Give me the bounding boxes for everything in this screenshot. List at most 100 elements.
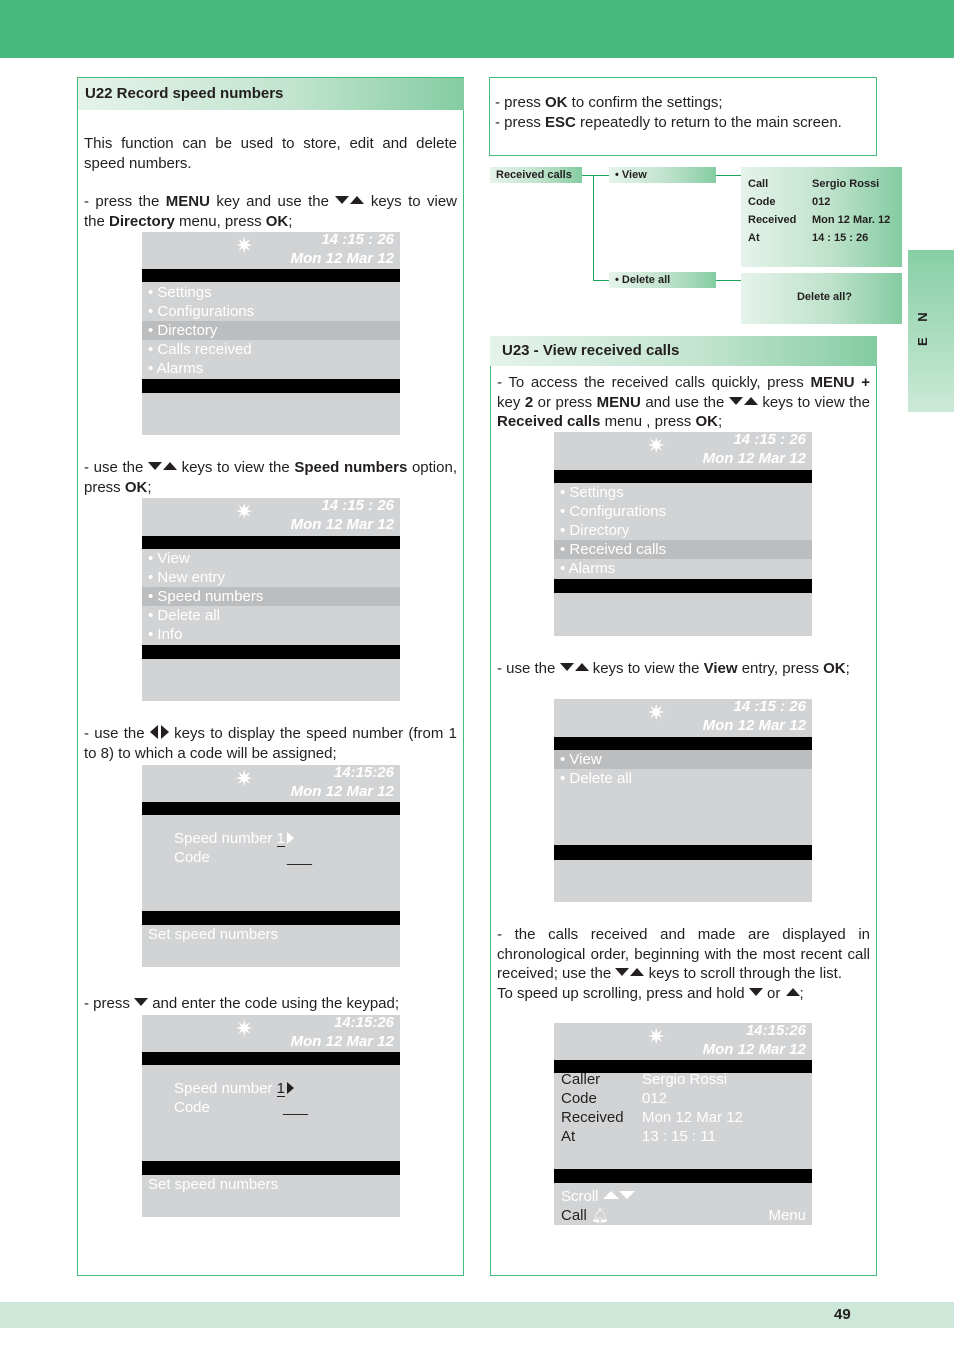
code-label: Code (561, 1090, 597, 1107)
lcd-time: 14 :15 : 26 (733, 698, 806, 715)
sun-icon: ✷ (647, 700, 666, 725)
menu-item-settings[interactable]: • Settings (142, 283, 400, 302)
right-arrow-icon (286, 832, 294, 844)
lcd-divider (142, 1161, 400, 1175)
tree-node-view: • View (609, 167, 716, 183)
lcd-header: ✷ 14:15:26 Mon 12 Mar 12 (554, 1022, 812, 1059)
detail-value: 14 : 15 : 26 (812, 232, 869, 244)
up-arrow-icon (602, 1191, 619, 1199)
down-arrow-key-icon (559, 663, 574, 671)
section-title-u23: U23 - View received calls (490, 336, 877, 366)
lcd-divider (142, 536, 400, 549)
menu-item-info[interactable]: • Info (142, 625, 400, 644)
step-text-4: - press and enter the code using the key… (84, 995, 400, 1012)
speed-number-value: 1 (276, 830, 285, 847)
menu-item-alarms[interactable]: • Alarms (554, 559, 812, 578)
detail-value: Sergio Rossi (812, 178, 880, 190)
tree-node-delete-all: • Delete all (609, 272, 716, 288)
step-text-1: - press the MENU key and use the keys to… (84, 193, 457, 230)
lcd-divider (554, 1169, 812, 1183)
section-title-u22: U22 Record speed numbers (78, 78, 464, 110)
menu-item-delete-all[interactable]: • Delete all (142, 606, 400, 625)
lcd-footer-label: Set speed numbers (148, 926, 279, 943)
tree-box-view-detail: Call Code Received At Sergio Rossi 012 M… (741, 167, 902, 267)
lcd-screen-directory-menu: ✷ 14 :15 : 26 Mon 12 Mar 12 • Settings •… (142, 231, 400, 435)
menu-item-directory-selected[interactable]: • Directory (142, 321, 400, 340)
received-label: Received (561, 1109, 624, 1126)
down-arrow-key-icon (615, 968, 630, 976)
menu-item-alarms[interactable]: • Alarms (142, 359, 400, 378)
code-input[interactable]: ___ (287, 848, 312, 867)
menu-item-delete-all[interactable]: • Delete all (554, 769, 812, 788)
lcd-divider (142, 1052, 400, 1065)
detail-label: Received (748, 214, 797, 226)
lcd-divider (554, 845, 812, 860)
menu-item-directory[interactable]: • Directory (554, 521, 812, 540)
menu-item-received-calls-selected[interactable]: • Received calls (554, 540, 812, 559)
right-arrow-key-icon (160, 725, 169, 739)
lcd-screen-enter-code: ✷ 14:15:26 Mon 12 Mar 12 Speed number 1 … (142, 1014, 400, 1217)
lcd-time: 14 :15 : 26 (321, 497, 394, 514)
page-number: 49 (834, 1306, 851, 1323)
menu-item-speed-numbers-selected[interactable]: • Speed numbers (142, 587, 400, 606)
detail-value: Mon 12 Mar. 12 (812, 214, 891, 226)
menu-item-configurations[interactable]: • Configurations (142, 302, 400, 321)
down-arrow-key-icon (728, 396, 743, 405)
lcd-screen-call-detail: ✷ 14:15:26 Mon 12 Mar 12 Caller Sergio R… (554, 1022, 812, 1225)
sun-icon: ✷ (647, 433, 666, 458)
lcd-date: Mon 12 Mar 12 (290, 1033, 394, 1050)
tree-connector (716, 280, 741, 281)
menu-item-new-entry[interactable]: • New entry (142, 568, 400, 587)
lcd-header: ✷ 14 :15 : 26 Mon 12 Mar 12 (554, 698, 812, 735)
detail-label: Code (748, 196, 776, 208)
up-arrow-key-icon (350, 196, 365, 204)
lcd-header: ✷ 14:15:26 Mon 12 Mar 12 (142, 1014, 400, 1051)
lcd-divider (142, 269, 400, 282)
caller-label: Caller (561, 1071, 601, 1088)
menu-item-configurations[interactable]: • Configurations (554, 502, 812, 521)
speed-number-value: 1 (276, 1080, 285, 1097)
menu-item-calls-received[interactable]: • Calls received (142, 340, 400, 359)
speed-number-field[interactable]: Speed number 1 (174, 1079, 294, 1098)
lcd-screen-set-speed-number: ✷ 14:15:26 Mon 12 Mar 12 Speed number 1 … (142, 764, 400, 967)
lcd-divider (142, 645, 400, 659)
lcd-date: Mon 12 Mar 12 (290, 783, 394, 800)
speed-number-field[interactable]: Speed number 1 (174, 829, 294, 848)
down-arrow-key-icon (335, 196, 350, 204)
up-arrow-key-icon (785, 987, 800, 996)
code-input[interactable]: ___ (283, 1098, 308, 1117)
lcd-divider (554, 470, 812, 483)
step-text-u23-1: - To access the received calls quickly, … (497, 374, 871, 430)
lcd-date: Mon 12 Mar 12 (290, 516, 394, 533)
code-label: Code (174, 1099, 210, 1116)
menu-softkey[interactable]: Menu (768, 1206, 806, 1225)
sun-icon: ✷ (235, 1016, 254, 1041)
lcd-divider (142, 379, 400, 393)
menu-item-view[interactable]: • View (142, 549, 400, 568)
tree-node-received-calls: Received calls (490, 167, 582, 183)
scroll-softkey[interactable]: Scroll (561, 1187, 635, 1206)
tree-connector (582, 175, 609, 176)
lcd-divider (554, 737, 812, 750)
step-text-u23-3: - the calls received and made are displa… (497, 926, 870, 1002)
sun-icon: ✷ (235, 233, 254, 258)
language-tab-label: E N (915, 306, 930, 346)
menu-item-view-selected[interactable]: • View (554, 750, 812, 769)
lcd-header: ✷ 14 :15 : 26 Mon 12 Mar 12 (142, 231, 400, 268)
down-arrow-key-icon (134, 998, 149, 1006)
tree-connector (716, 175, 741, 176)
call-softkey[interactable]: Call 🔔︎ (561, 1206, 609, 1225)
lcd-date: Mon 12 Mar 12 (702, 1041, 806, 1058)
intro-text: This function can be used to store, edit… (84, 135, 457, 172)
lcd-date: Mon 12 Mar 12 (290, 250, 394, 267)
lcd-footer-label: Set speed numbers (148, 1176, 279, 1193)
lcd-time: 14 :15 : 26 (321, 231, 394, 248)
at-label: At (561, 1128, 576, 1145)
lcd-divider (554, 579, 812, 593)
sun-icon: ✷ (235, 766, 254, 791)
lcd-date: Mon 12 Mar 12 (702, 717, 806, 734)
up-arrow-key-icon (630, 968, 645, 976)
footer-band (0, 1302, 954, 1328)
menu-item-settings[interactable]: • Settings (554, 483, 812, 502)
bell-icon: 🔔︎ (591, 1207, 609, 1223)
